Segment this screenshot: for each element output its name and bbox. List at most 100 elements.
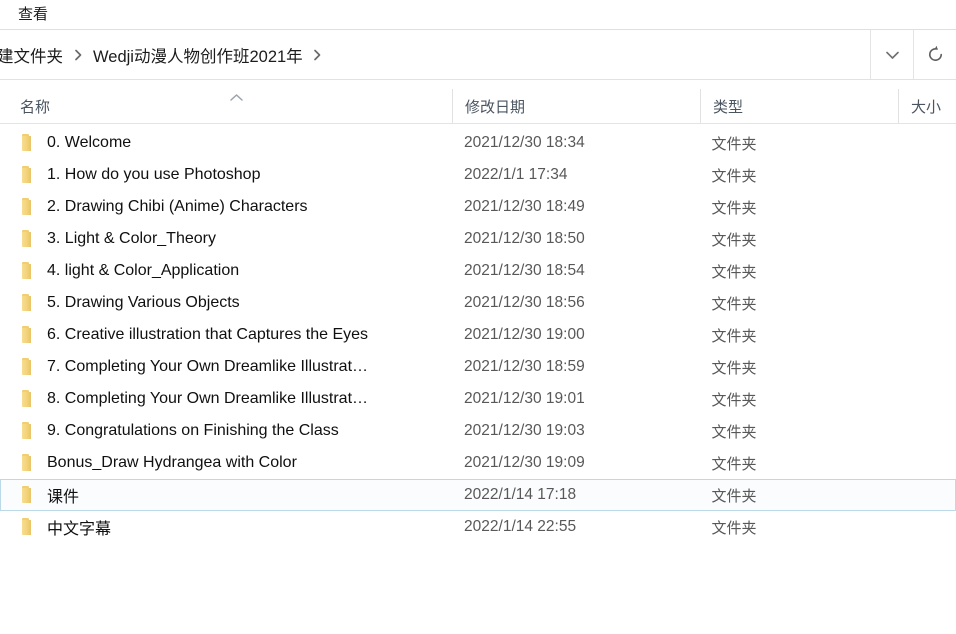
file-name-cell[interactable]: 5. Drawing Various Objects <box>1 294 452 312</box>
table-row[interactable]: 4. light & Color_Application 2021/12/30 1… <box>0 255 956 287</box>
chevron-right-icon[interactable] <box>65 49 91 61</box>
file-name-label: 4. light & Color_Application <box>47 262 240 279</box>
file-name-cell[interactable]: 0. Welcome <box>1 134 452 152</box>
table-row[interactable]: 3. Light & Color_Theory 2021/12/30 18:50 文… <box>0 223 956 255</box>
file-date-cell: 2021/12/30 19:00 <box>464 326 585 343</box>
file-name-label: 3. Light & Color_Theory <box>47 230 216 247</box>
column-header-row: 名称 修改日期 类型 大小 <box>0 80 956 124</box>
table-row[interactable]: 5. Drawing Various Objects 2021/12/30 18:… <box>0 287 956 319</box>
folder-icon <box>20 518 37 536</box>
file-date-cell: 2021/12/30 19:03 <box>464 422 585 439</box>
breadcrumb-item-current[interactable]: Wedji动漫人物创作班2021年 <box>91 40 305 70</box>
file-name-label: 8. Completing Your Own Dreamlike Illustr… <box>47 390 369 407</box>
file-name-cell[interactable]: 4. light & Color_Application <box>1 262 452 280</box>
file-type-cell: 文件夹 <box>711 391 757 409</box>
folder-icon <box>20 166 37 184</box>
file-type-cell: 文件夹 <box>711 231 757 249</box>
file-type-cell: 文件夹 <box>711 455 757 473</box>
tab-view[interactable]: 查看 <box>8 0 58 29</box>
refresh-icon <box>926 45 945 64</box>
chevron-down-icon <box>885 50 900 60</box>
breadcrumb-item-parent[interactable]: 建文件夹 <box>0 40 65 70</box>
column-header-date-label: 修改日期 <box>465 98 526 116</box>
table-row[interactable]: 2. Drawing Chibi (Anime) Characters 2021/… <box>0 191 956 223</box>
folder-icon <box>20 358 37 376</box>
folder-icon <box>20 134 37 152</box>
column-header-name[interactable]: 名称 <box>0 89 452 123</box>
file-name-cell[interactable]: 6. Creative illustration that Captures t… <box>1 326 452 344</box>
file-name-label: 0. Welcome <box>47 134 132 151</box>
file-date-cell: 2022/1/14 22:55 <box>464 518 577 535</box>
folder-icon <box>20 198 37 216</box>
file-type-cell: 文件夹 <box>711 199 757 217</box>
file-date-cell: 2021/12/30 18:49 <box>464 198 585 215</box>
file-name-cell[interactable]: Bonus_Draw Hydrangea with Color <box>1 454 452 472</box>
file-name-label: Bonus_Draw Hydrangea with Color <box>47 454 297 471</box>
file-date-cell: 2021/12/30 19:09 <box>464 454 585 471</box>
file-name-cell[interactable]: 课件 <box>1 483 452 507</box>
file-type-cell: 文件夹 <box>711 167 757 185</box>
file-name-label: 2. Drawing Chibi (Anime) Characters <box>47 198 308 215</box>
folder-icon <box>20 262 37 280</box>
file-list[interactable]: 0. Welcome 2021/12/30 18:34 文件夹 1. How do y… <box>0 124 956 634</box>
breadcrumb[interactable]: 建文件夹 Wedji动漫人物创作班2021年 <box>0 30 870 79</box>
file-type-cell: 文件夹 <box>711 295 757 313</box>
file-date-cell: 2021/12/30 18:50 <box>464 230 585 247</box>
file-name-cell[interactable]: 7. Completing Your Own Dreamlike Illustr… <box>1 358 452 376</box>
file-type-cell: 文件夹 <box>711 423 757 441</box>
file-date-cell: 2021/12/30 19:01 <box>464 390 585 407</box>
table-row[interactable]: 7. Completing Your Own Dreamlike Illustr… <box>0 351 956 383</box>
table-row[interactable]: Bonus_Draw Hydrangea with Color 2021/12/3… <box>0 447 956 479</box>
file-name-cell[interactable]: 8. Completing Your Own Dreamlike Illustr… <box>1 390 452 408</box>
file-name-label: 中文字幕 <box>47 521 112 538</box>
folder-icon <box>20 230 37 248</box>
chevron-right-icon-2[interactable] <box>305 49 331 61</box>
folder-icon <box>20 422 37 440</box>
file-type-cell: 文件夹 <box>711 135 757 153</box>
file-date-cell: 2022/1/14 17:18 <box>464 486 577 503</box>
file-date-cell: 2021/12/30 18:59 <box>464 358 585 375</box>
table-row[interactable]: 0. Welcome 2021/12/30 18:34 文件夹 <box>0 127 956 159</box>
file-type-cell: 文件夹 <box>711 519 757 537</box>
file-date-cell: 2021/12/30 18:56 <box>464 294 585 311</box>
ribbon-tab-strip: 查看 <box>0 0 956 30</box>
address-bar: 建文件夹 Wedji动漫人物创作班2021年 <box>0 30 956 80</box>
column-header-type[interactable]: 类型 <box>700 89 898 123</box>
column-header-size-label: 大小 <box>911 98 942 116</box>
file-date-cell: 2022/1/1 17:34 <box>464 166 568 183</box>
file-type-cell: 文件夹 <box>711 263 757 281</box>
file-name-label: 1. How do you use Photoshop <box>47 166 261 183</box>
refresh-button[interactable] <box>913 30 956 79</box>
folder-icon <box>20 454 37 472</box>
column-header-name-label: 名称 <box>20 98 51 116</box>
file-name-label: 6. Creative illustration that Captures t… <box>47 326 369 343</box>
file-name-label: 课件 <box>47 489 80 506</box>
file-name-cell[interactable]: 2. Drawing Chibi (Anime) Characters <box>1 198 452 216</box>
file-name-cell[interactable]: 中文字幕 <box>1 515 452 539</box>
table-row[interactable]: 1. How do you use Photoshop 2022/1/1 17:3… <box>0 159 956 191</box>
file-name-label: 5. Drawing Various Objects <box>47 294 240 311</box>
file-name-label: 9. Congratulations on Finishing the Clas… <box>47 422 339 439</box>
column-header-type-label: 类型 <box>713 98 744 116</box>
table-row[interactable]: 8. Completing Your Own Dreamlike Illustr… <box>0 383 956 415</box>
file-name-label: 7. Completing Your Own Dreamlike Illustr… <box>47 358 369 375</box>
file-date-cell: 2021/12/30 18:34 <box>464 134 585 151</box>
table-row[interactable]: 6. Creative illustration that Captures t… <box>0 319 956 351</box>
table-row[interactable]: 9. Congratulations on Finishing the Clas… <box>0 415 956 447</box>
file-type-cell: 文件夹 <box>711 327 757 345</box>
file-explorer-window: 查看 建文件夹 Wedji动漫人物创作班2021年 名称 修改日期 类型 大小 … <box>0 0 956 634</box>
table-row[interactable]: 课件 2022/1/14 17:18 文件夹 <box>0 479 956 511</box>
column-header-date[interactable]: 修改日期 <box>452 89 700 123</box>
folder-icon <box>20 294 37 312</box>
table-row[interactable]: 中文字幕 2022/1/14 22:55 文件夹 <box>0 511 956 543</box>
folder-icon <box>20 326 37 344</box>
file-type-cell: 文件夹 <box>711 487 757 505</box>
file-date-cell: 2021/12/30 18:54 <box>464 262 585 279</box>
folder-icon <box>20 486 37 504</box>
sort-ascending-icon <box>228 93 245 102</box>
history-dropdown-button[interactable] <box>870 30 913 79</box>
file-name-cell[interactable]: 3. Light & Color_Theory <box>1 230 452 248</box>
file-name-cell[interactable]: 9. Congratulations on Finishing the Clas… <box>1 422 452 440</box>
file-name-cell[interactable]: 1. How do you use Photoshop <box>1 166 452 184</box>
column-header-size[interactable]: 大小 <box>898 89 956 123</box>
